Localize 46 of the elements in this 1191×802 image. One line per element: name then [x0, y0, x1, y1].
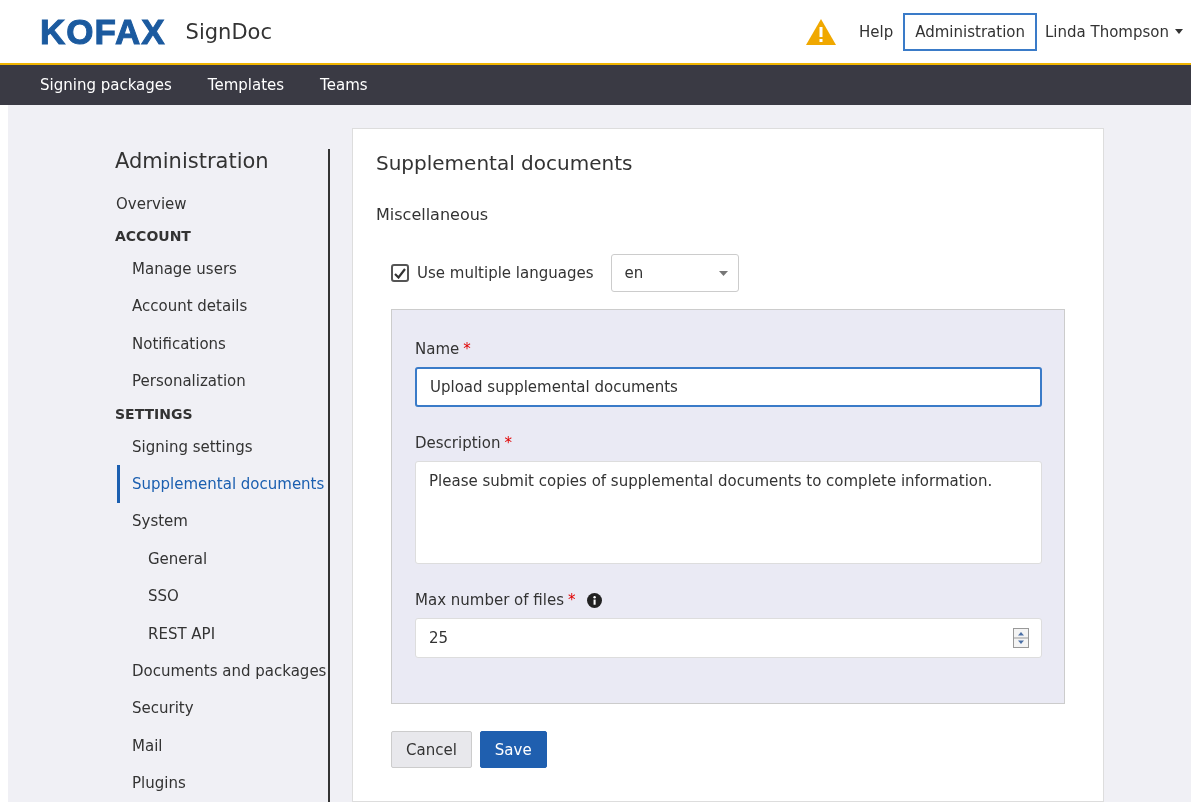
nav-tab[interactable]: Templates	[207, 72, 285, 98]
save-button[interactable]: Save	[479, 731, 547, 768]
checkbox-label: Use multiple languages	[417, 264, 594, 282]
field-label: Name	[415, 340, 460, 358]
nav-tab[interactable]: Teams	[320, 72, 368, 98]
sidebar-item[interactable]: REST API	[112, 614, 328, 653]
sidebar-item[interactable]: Signing settings	[112, 427, 328, 466]
user-menu[interactable]: Linda Thompson	[1045, 22, 1183, 41]
logo: KOFAX	[40, 11, 166, 52]
product-name: SignDoc	[185, 19, 272, 44]
sidebar-item[interactable]: Mail	[112, 727, 328, 765]
sidebar-heading: SETTINGS	[115, 404, 194, 424]
caret-icon	[719, 270, 729, 276]
checkbox[interactable]	[391, 264, 409, 282]
sidebar-heading: ACCOUNT	[115, 227, 192, 247]
spinner-icon[interactable]	[1013, 628, 1029, 648]
sidebar-item[interactable]: Plugins	[112, 764, 328, 802]
sidebar-item[interactable]: General	[112, 540, 328, 578]
sidebar-item[interactable]: Documents and packages	[112, 652, 328, 690]
sidebar-item[interactable]: Supplemental documents	[117, 465, 328, 503]
language-select[interactable]: en	[611, 254, 740, 292]
sidebar-item[interactable]: Personalization	[112, 362, 328, 400]
description-field[interactable]: Please submit copies of supplemental documents to complete information.	[415, 461, 1042, 564]
caret-icon	[1175, 29, 1183, 34]
sidebar-item[interactable]: Manage users	[112, 250, 328, 288]
sidebar-item[interactable]: Security	[112, 689, 328, 728]
required-mark: *	[504, 434, 512, 452]
nav-tab[interactable]: Signing packages	[40, 72, 172, 98]
sidebar-item[interactable]: Overview	[112, 185, 328, 223]
administration-button[interactable]: Administration	[903, 12, 1037, 51]
info-icon[interactable]	[587, 592, 603, 608]
sidebar-item[interactable]: SSO	[112, 577, 328, 615]
section-title: Miscellaneous	[376, 205, 490, 224]
required-mark: *	[463, 340, 471, 358]
field-label: Max number of files	[415, 591, 564, 609]
cancel-button[interactable]: Cancel	[391, 731, 472, 768]
page-title: Supplemental documents	[376, 151, 634, 175]
number-field[interactable]: 25	[415, 618, 1042, 658]
help-link[interactable]: Help	[859, 22, 894, 41]
required-mark: *	[568, 591, 576, 609]
sidebar-title: Administration	[115, 149, 270, 173]
sidebar-item[interactable]: Account details	[112, 287, 328, 326]
sidebar-item[interactable]: Notifications	[112, 325, 328, 363]
input-field[interactable]: Upload supplemental documents	[415, 367, 1042, 407]
sidebar-item[interactable]: System	[112, 502, 328, 541]
field-label: Description	[415, 434, 501, 452]
